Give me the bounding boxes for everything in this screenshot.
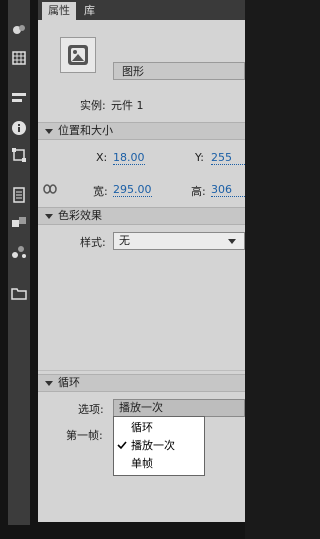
loop-options-dropdown: 循环 播放一次 单帧 [113, 416, 205, 476]
transform-icon[interactable] [11, 147, 27, 163]
divider [38, 370, 245, 371]
panel-icon-strip [8, 0, 30, 525]
style-select[interactable]: 无 [113, 232, 245, 250]
symbol-type-value: 图形 [122, 65, 144, 78]
components-icon[interactable] [11, 215, 27, 231]
section-title: 位置和大小 [58, 124, 113, 137]
project-folder-icon[interactable] [11, 285, 27, 301]
symbol-preview [60, 37, 96, 73]
swatches-icon[interactable] [11, 243, 27, 259]
grid-icon[interactable] [11, 50, 27, 66]
options-value: 播放一次 [119, 401, 163, 414]
info-icon[interactable] [11, 120, 27, 136]
dropdown-item-loop[interactable]: 循环 [114, 420, 204, 436]
app-frame: 属性 库 图形 实例: 元件 1 位置和大小 X: 18.00 Y: 255 宽… [0, 0, 245, 539]
history-icon[interactable] [11, 187, 27, 203]
instance-label: 实例: [80, 99, 106, 112]
collapse-triangle-icon [45, 129, 53, 134]
graphic-symbol-icon [68, 45, 88, 65]
section-title: 循环 [58, 376, 80, 389]
x-value[interactable]: 18.00 [113, 151, 145, 165]
section-color-effect[interactable]: 色彩效果 [38, 207, 245, 225]
motion-presets-icon[interactable] [11, 22, 27, 38]
instance-value: 元件 1 [111, 99, 144, 112]
checkmark-icon [117, 441, 127, 450]
collapse-triangle-icon [45, 214, 53, 219]
style-value: 无 [119, 234, 130, 247]
y-value[interactable]: 255 [211, 151, 245, 165]
options-select[interactable]: 播放一次 [113, 399, 245, 417]
section-title: 色彩效果 [58, 209, 102, 222]
symbol-type-select[interactable]: 图形 [113, 62, 245, 80]
x-label: X: [96, 151, 108, 164]
collapse-triangle-icon [45, 381, 53, 386]
dropdown-item-play-once[interactable]: 播放一次 [114, 438, 204, 454]
width-label: 宽: [93, 185, 108, 198]
y-label: Y: [195, 151, 204, 164]
width-value[interactable]: 295.00 [113, 183, 152, 197]
section-loop[interactable]: 循环 [38, 374, 245, 392]
panel-tab-bar: 属性 库 [38, 0, 245, 20]
height-value[interactable]: 306 [211, 183, 245, 197]
height-label: 高: [191, 185, 206, 198]
chevron-down-icon [228, 239, 236, 244]
tab-properties[interactable]: 属性 [42, 2, 76, 20]
align-icon[interactable] [11, 90, 27, 106]
options-label: 选项: [78, 403, 104, 416]
section-position-size[interactable]: 位置和大小 [38, 122, 245, 140]
style-label: 样式: [80, 236, 106, 249]
first-frame-label: 第一帧: [66, 429, 103, 442]
dropdown-item-single-frame[interactable]: 单帧 [114, 456, 204, 472]
tab-library[interactable]: 库 [78, 2, 101, 20]
chain-link-icon[interactable] [43, 183, 57, 195]
